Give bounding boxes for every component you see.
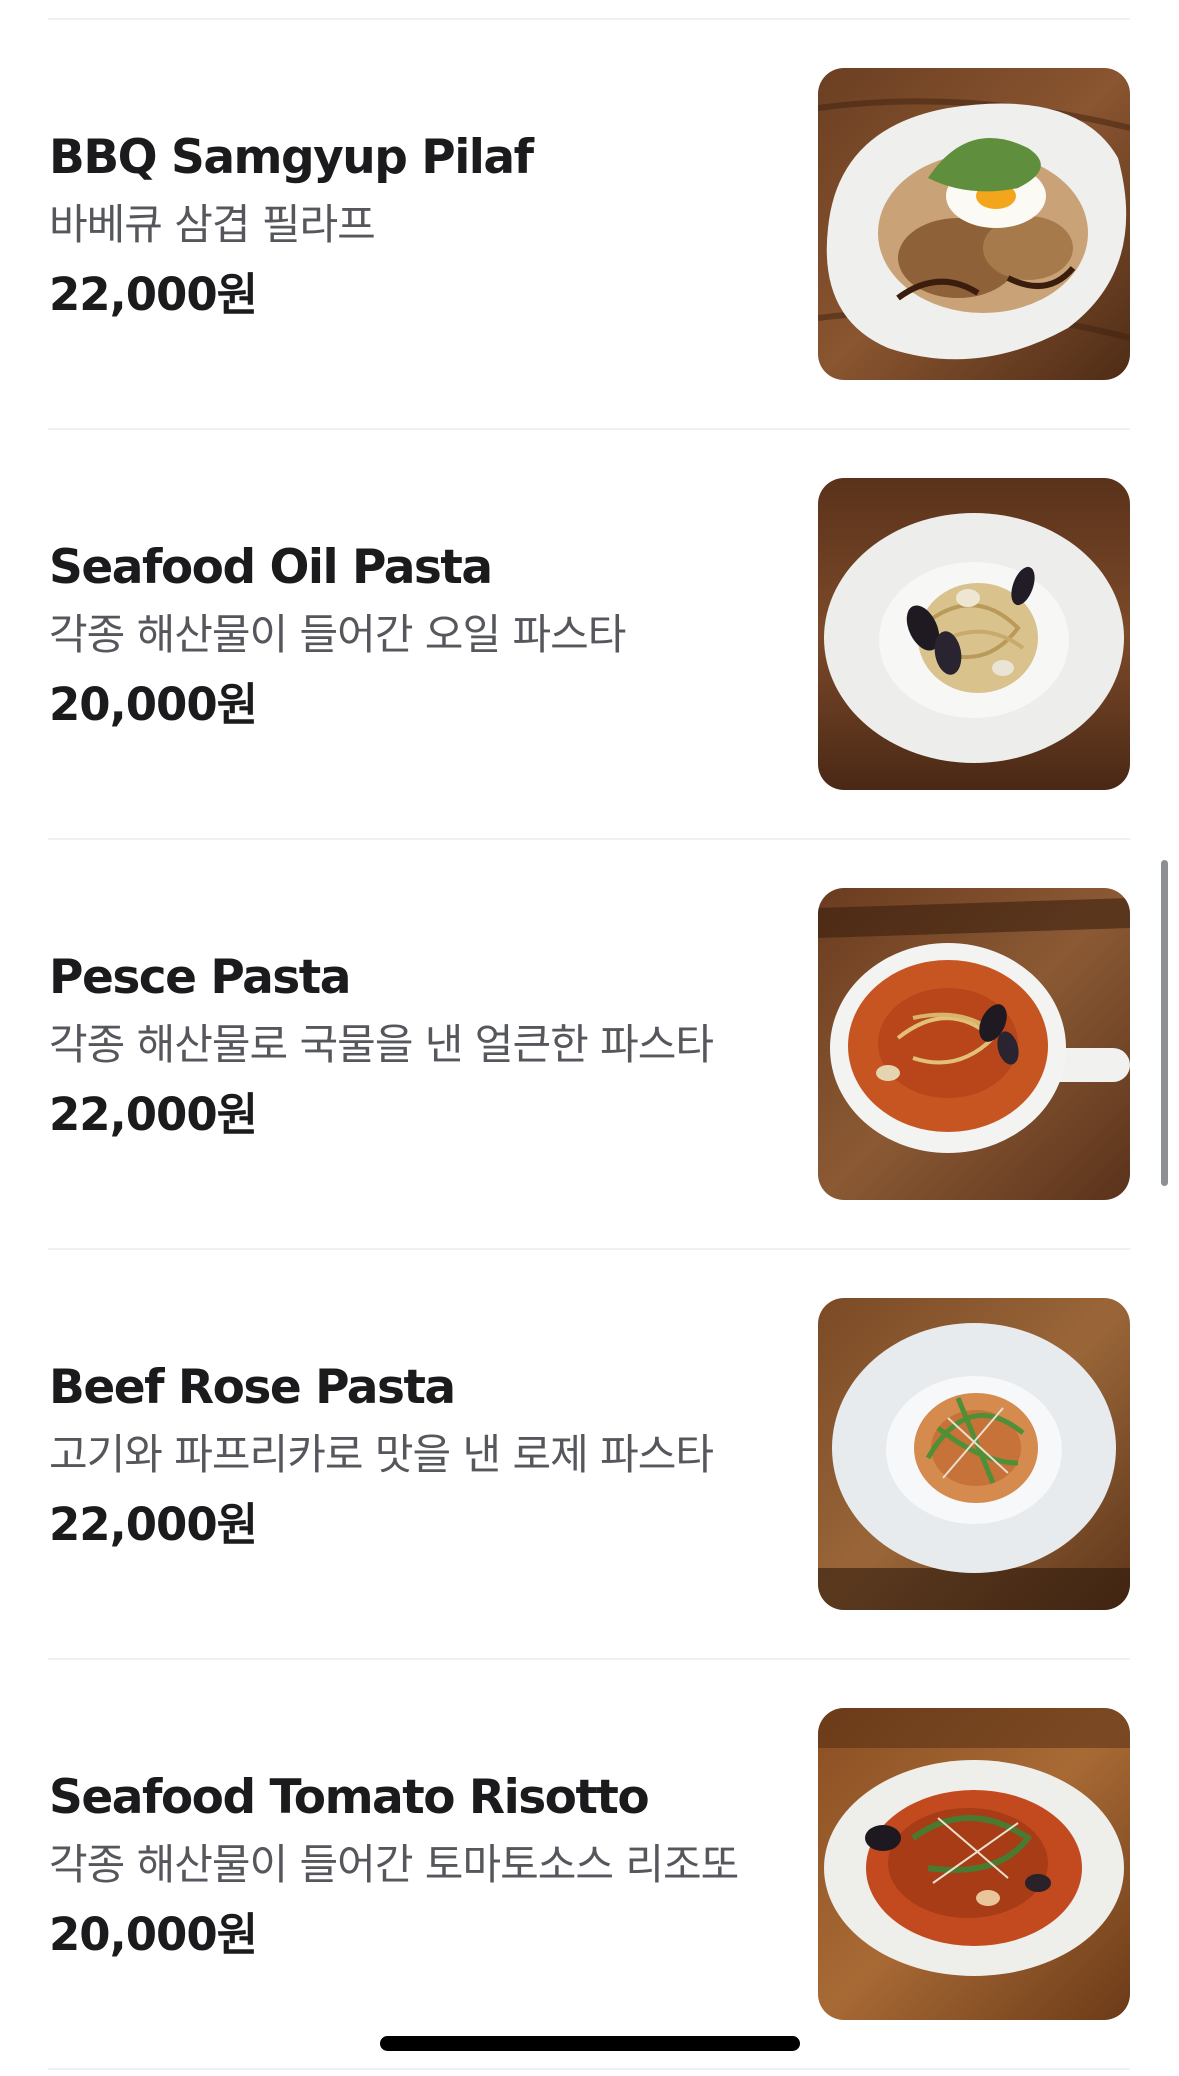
pesce-pasta-dish-image bbox=[818, 888, 1130, 1200]
menu-item-text: Pesce Pasta 각종 해산물로 국물을 낸 얼큰한 파스타 22,000… bbox=[49, 948, 769, 1144]
menu-item-name: Seafood Oil Pasta bbox=[49, 540, 493, 595]
menu-item-bbq-samgyup-pilaf[interactable]: BBQ Samgyup Pilaf 바베큐 삼겹 필라프 22,000원 bbox=[0, 18, 1179, 428]
menu-item-price: 22,000원 bbox=[49, 1088, 258, 1141]
menu-item-text: BBQ Samgyup Pilaf 바베큐 삼겹 필라프 22,000원 bbox=[49, 128, 769, 324]
menu-item-text: Beef Rose Pasta 고기와 파프리카로 맛을 낸 로제 파스타 22… bbox=[49, 1358, 769, 1554]
tomato-risotto-dish-image bbox=[818, 1708, 1130, 2020]
menu-item-beef-rose-pasta[interactable]: Beef Rose Pasta 고기와 파프리카로 맛을 낸 로제 파스타 22… bbox=[0, 1248, 1179, 1658]
menu-item-photo[interactable] bbox=[818, 68, 1130, 380]
menu-item-price: 22,000원 bbox=[49, 268, 258, 321]
menu-item-description: 각종 해산물이 들어간 오일 파스타 bbox=[49, 610, 626, 659]
menu-item-description: 바베큐 삼겹 필라프 bbox=[49, 200, 376, 249]
menu-item-price: 20,000원 bbox=[49, 678, 258, 731]
menu-item-text: Seafood Tomato Risotto 각종 해산물이 들어간 토마토소스… bbox=[49, 1768, 769, 1964]
menu-item-photo[interactable] bbox=[818, 478, 1130, 790]
oil-pasta-dish-image bbox=[818, 478, 1130, 790]
menu-item-description: 고기와 파프리카로 맛을 낸 로제 파스타 bbox=[49, 1430, 714, 1479]
menu-item-name: Beef Rose Pasta bbox=[49, 1360, 456, 1415]
divider bbox=[48, 2068, 1130, 2070]
menu-item-seafood-tomato-risotto[interactable]: Seafood Tomato Risotto 각종 해산물이 들어간 토마토소스… bbox=[0, 1658, 1179, 2068]
menu-item-description: 각종 해산물이 들어간 토마토소스 리조또 bbox=[49, 1840, 739, 1889]
menu-item-pesce-pasta[interactable]: Pesce Pasta 각종 해산물로 국물을 낸 얼큰한 파스타 22,000… bbox=[0, 838, 1179, 1248]
menu-item-name: BBQ Samgyup Pilaf bbox=[49, 130, 534, 185]
menu-item-name: Pesce Pasta bbox=[49, 950, 351, 1005]
menu-item-price: 22,000원 bbox=[49, 1498, 258, 1551]
scroll-indicator[interactable] bbox=[1161, 860, 1168, 1186]
menu-item-name: Seafood Tomato Risotto bbox=[49, 1770, 650, 1825]
menu-item-price: 20,000원 bbox=[49, 1908, 258, 1961]
menu-item-description: 각종 해산물로 국물을 낸 얼큰한 파스타 bbox=[49, 1020, 714, 1069]
menu-item-photo[interactable] bbox=[818, 888, 1130, 1200]
menu-item-seafood-oil-pasta[interactable]: Seafood Oil Pasta 각종 해산물이 들어간 오일 파스타 20,… bbox=[0, 428, 1179, 838]
home-indicator[interactable] bbox=[380, 2036, 800, 2051]
rose-pasta-dish-image bbox=[818, 1298, 1130, 1610]
pilaf-dish-image bbox=[818, 68, 1130, 380]
menu-item-text: Seafood Oil Pasta 각종 해산물이 들어간 오일 파스타 20,… bbox=[49, 538, 769, 734]
menu-item-photo[interactable] bbox=[818, 1708, 1130, 2020]
menu-item-photo[interactable] bbox=[818, 1298, 1130, 1610]
